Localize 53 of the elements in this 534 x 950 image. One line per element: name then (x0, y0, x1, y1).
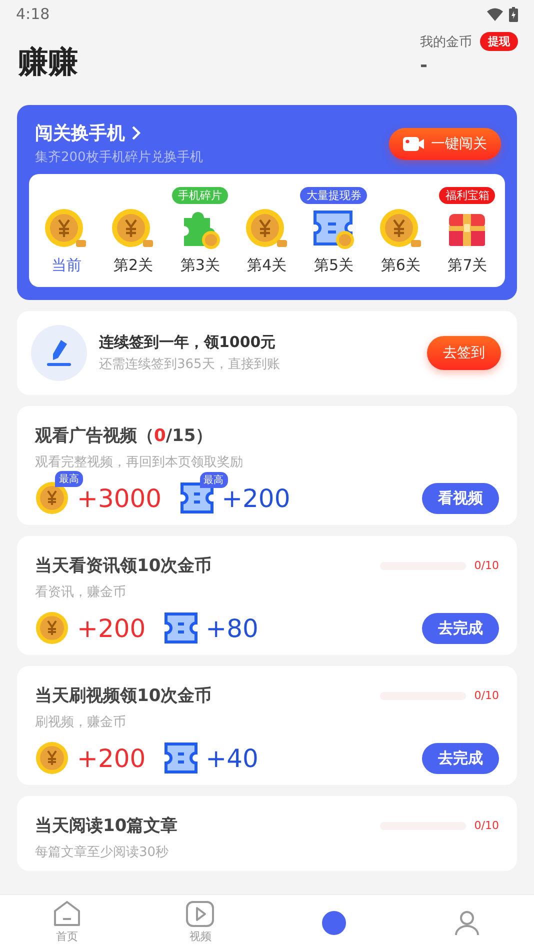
challenge-title[interactable]: 闯关换手机 (35, 121, 203, 145)
status-time: 4:18 (16, 5, 50, 23)
nav-tab[interactable]: 首页 (0, 895, 134, 950)
level-label[interactable]: 第2关 (113, 256, 154, 275)
withdraw-button[interactable]: 提现 (480, 32, 518, 51)
reward-amount: +200 (77, 744, 146, 772)
level-label[interactable]: 第6关 (380, 256, 420, 275)
ticket-icon (164, 742, 198, 774)
task-button[interactable]: 看视频 (422, 482, 499, 514)
level-label[interactable]: 当前 (51, 256, 82, 275)
coins-value: - (420, 55, 428, 76)
max-badge: 最高 (200, 472, 228, 488)
progress-reading: 0/10 (474, 689, 499, 702)
reward-amount: +40 (206, 744, 258, 772)
chevron-icon (131, 126, 141, 140)
level-label[interactable]: 第7关 (448, 256, 488, 275)
camera-icon (403, 136, 425, 150)
person-icon (453, 910, 482, 936)
max-badge: 最高 (55, 471, 83, 487)
battery-icon (509, 6, 518, 22)
level-label[interactable]: 第4关 (247, 256, 287, 275)
level-tag: 手机碎片 (172, 187, 228, 204)
reward-amount: +200 (77, 614, 146, 642)
task-button[interactable]: 去完成 (422, 612, 499, 644)
nav-tab[interactable]: 视频 (134, 895, 267, 950)
reward-amount: +80 (206, 614, 258, 642)
one-click-button[interactable]: 一键闯关 (389, 128, 501, 160)
task-subtitle: 看资讯，赚金币 (35, 584, 127, 601)
signin-button[interactable]: 去签到 (427, 336, 501, 370)
signin-subtitle: 还需连续签到365天，直接到账 (99, 356, 281, 373)
wifi-icon (487, 8, 503, 20)
ticket-icon (312, 208, 356, 250)
progress-reading: 0/10 (474, 819, 499, 832)
play-icon (186, 901, 214, 927)
task-title: 当天看资讯领10次金币 (35, 555, 212, 577)
ticket-icon (164, 612, 198, 644)
task-title: 当天刷视频领10次金币 (35, 685, 212, 707)
progress-reading: 0/10 (474, 559, 499, 572)
coins-label: 我的金币 (420, 34, 472, 50)
task-subtitle: 观看完整视频，再回到本页领取奖励 (35, 454, 244, 471)
task-subtitle: 每篇文章至少阅读30秒 (35, 844, 170, 861)
signin-title: 连续签到一年，领1000元 (99, 333, 277, 352)
task-subtitle: 刷视频，赚金币 (35, 714, 127, 731)
task-title: 观看广告视频（0/15） (35, 425, 213, 447)
level-tag: 福利宝箱 (439, 187, 496, 204)
challenge-subtitle: 集齐200枚手机碎片兑换手机 (35, 149, 203, 166)
level-label[interactable]: 第5关 (314, 256, 354, 275)
task-title: 当天阅读10篇文章 (35, 815, 178, 837)
level-tag: 大量提现券 (300, 187, 368, 204)
page-title: 赚赚 (18, 44, 78, 82)
task-button[interactable]: 去完成 (422, 742, 499, 774)
home-icon (52, 901, 81, 927)
level-label[interactable]: 第3关 (180, 256, 220, 275)
